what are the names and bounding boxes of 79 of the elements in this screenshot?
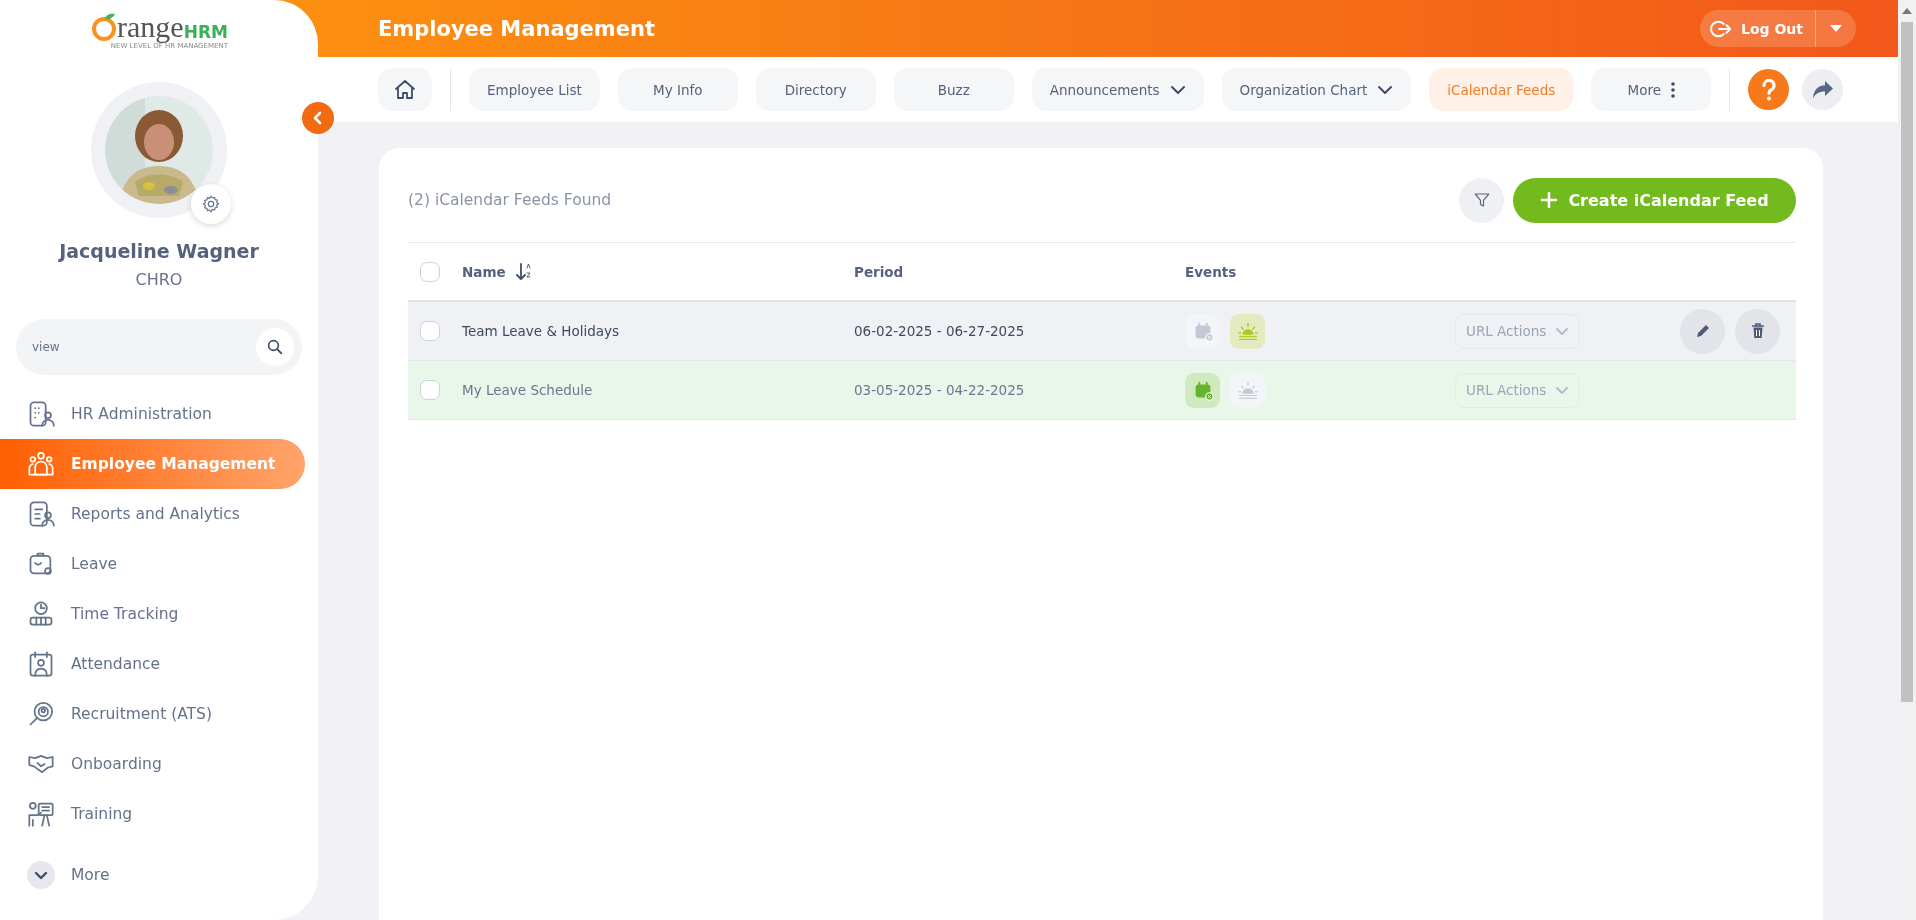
home-button[interactable] bbox=[378, 68, 432, 111]
chevron-down-icon bbox=[1377, 84, 1394, 95]
table-row[interactable]: Team Leave & Holidays 06-02-2025 - 06-27-2025 URL Actions bbox=[408, 302, 1796, 361]
checkbox[interactable] bbox=[420, 261, 440, 282]
scrollbar-thumb[interactable] bbox=[1901, 22, 1913, 702]
nav-tab[interactable]: Buzz bbox=[893, 68, 1014, 111]
logo-suffix: HRM bbox=[183, 22, 228, 42]
nav-tab[interactable]: More bbox=[1591, 68, 1712, 111]
logo-wordmark: range bbox=[117, 12, 184, 42]
search-button[interactable] bbox=[256, 328, 294, 366]
nav-tab[interactable]: Announcements bbox=[1031, 68, 1204, 111]
module-icon bbox=[27, 650, 55, 678]
menu-item[interactable]: Time Tracking bbox=[0, 589, 305, 639]
menu-item[interactable]: Onboarding bbox=[0, 739, 305, 789]
scroll-up-icon bbox=[1902, 8, 1912, 14]
module-icon bbox=[27, 500, 55, 528]
user-role: CHRO bbox=[135, 270, 183, 289]
event-toggle[interactable] bbox=[1185, 372, 1220, 408]
table-row[interactable]: My Leave Schedule 03-05-2025 - 04-22-2025 URL Actions bbox=[408, 361, 1796, 420]
module-icon bbox=[27, 800, 55, 828]
chevron-down-icon bbox=[27, 861, 55, 889]
column-header: Period bbox=[854, 263, 904, 280]
filter-button[interactable] bbox=[1459, 177, 1504, 223]
nav-tab[interactable]: Directory bbox=[755, 68, 876, 111]
nav-tab[interactable]: Employee List bbox=[469, 68, 600, 111]
chevron-down-icon bbox=[1555, 385, 1570, 395]
page-title: Employee Management bbox=[378, 16, 655, 41]
logout-label: Log Out bbox=[1741, 20, 1803, 37]
table-cell: 03-05-2025 - 04-22-2025 bbox=[854, 382, 1025, 398]
menu-item[interactable]: Reports and Analytics bbox=[0, 489, 305, 539]
module-icon bbox=[27, 600, 55, 628]
event-toggle[interactable] bbox=[1230, 313, 1265, 349]
plus-icon bbox=[1540, 191, 1559, 209]
search-field[interactable]: view bbox=[16, 319, 302, 375]
event-toggle[interactable] bbox=[1230, 372, 1265, 408]
module-icon bbox=[27, 550, 55, 578]
search-input[interactable]: view bbox=[30, 339, 256, 355]
trash-icon bbox=[1750, 323, 1765, 339]
home-icon bbox=[393, 77, 417, 102]
table-cell: 06-02-2025 - 06-27-2025 bbox=[854, 323, 1025, 339]
menu-item[interactable]: Leave bbox=[0, 539, 305, 589]
checkbox[interactable] bbox=[420, 321, 440, 341]
logout-button[interactable]: Log Out bbox=[1700, 10, 1856, 47]
column-header: Events bbox=[1185, 263, 1237, 280]
kebab-icon bbox=[1671, 81, 1675, 98]
module-icon bbox=[27, 400, 55, 428]
results-count: (2) iCalendar Feeds Found bbox=[408, 191, 613, 209]
menu-item[interactable]: Employee Management bbox=[0, 439, 305, 489]
search-icon bbox=[266, 338, 284, 356]
nav-tab[interactable]: iCalendar Feeds bbox=[1429, 68, 1574, 111]
chevron-down-icon bbox=[1555, 326, 1570, 336]
help-button[interactable] bbox=[1748, 69, 1790, 110]
scrollbar[interactable] bbox=[1898, 0, 1916, 920]
share-arrow-icon bbox=[1811, 79, 1834, 100]
share-button[interactable] bbox=[1802, 69, 1844, 110]
table-cell: My Leave Schedule bbox=[462, 382, 593, 398]
menu-item[interactable]: Recruitment (ATS) bbox=[0, 689, 305, 739]
table-cell: Team Leave & Holidays bbox=[462, 323, 620, 339]
pencil-icon bbox=[1694, 323, 1711, 339]
menu-item[interactable]: Attendance bbox=[0, 639, 305, 689]
caret-down-icon bbox=[1830, 24, 1842, 33]
question-mark-icon bbox=[1760, 78, 1777, 101]
nav-tab[interactable]: Organization Chart bbox=[1221, 68, 1412, 111]
nav-tab[interactable]: My Info bbox=[617, 68, 738, 111]
menu-item[interactable]: Training bbox=[0, 789, 305, 839]
settings-icon bbox=[201, 194, 221, 214]
column-header: Name bbox=[462, 263, 506, 280]
module-icon bbox=[27, 700, 55, 728]
menu-item[interactable]: HR Administration bbox=[0, 389, 305, 439]
checkbox[interactable] bbox=[420, 380, 440, 400]
user-name: Jacqueline Wagner bbox=[59, 240, 259, 262]
module-icon bbox=[27, 450, 55, 478]
chevron-down-icon bbox=[1169, 84, 1186, 95]
edit-button[interactable] bbox=[1680, 308, 1725, 354]
filter-icon bbox=[1472, 191, 1491, 209]
settings-button[interactable] bbox=[191, 184, 231, 224]
delete-button[interactable] bbox=[1735, 308, 1780, 354]
menu-item[interactable]: More bbox=[0, 850, 305, 900]
event-toggle[interactable] bbox=[1185, 313, 1220, 349]
